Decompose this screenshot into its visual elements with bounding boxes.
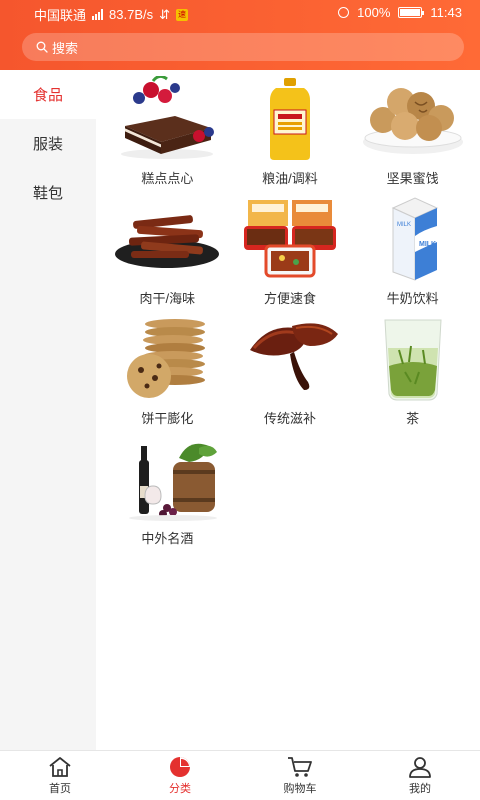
status-bar: 中国联通 83.7B/s ⇵ 速 100% 11:43 [0, 0, 480, 26]
walnut-image [359, 76, 467, 162]
alarm-icon [338, 7, 350, 18]
home-icon [49, 756, 71, 777]
lingzhi-image [236, 316, 344, 402]
subcategory-jerky[interactable]: 肉干/海味 [106, 196, 229, 306]
tab-label: 我的 [409, 782, 431, 795]
tea-glass-image [359, 316, 467, 402]
subcategory-label: 牛奶饮料 [386, 291, 439, 306]
subcategory-instant[interactable]: 方便速食 [229, 196, 352, 306]
header-bar: 中国联通 83.7B/s ⇵ 速 100% 11:43 搜索 [0, 0, 480, 70]
tab-category[interactable]: 分类 [120, 751, 240, 800]
tab-profile[interactable]: 我的 [360, 751, 480, 800]
category-icon [170, 756, 190, 777]
category-sidebar: 食品 服装 鞋包 [0, 70, 96, 750]
tab-label: 首页 [49, 782, 71, 795]
subcategory-milk[interactable]: MILK MILK 牛奶饮料 [351, 196, 474, 306]
subcategory-label: 传统滋补 [263, 411, 316, 426]
svg-text:MILK: MILK [397, 222, 411, 228]
subcategory-cake[interactable]: 糕点点心 [106, 76, 229, 186]
battery-icon [398, 7, 425, 18]
subcategory-grid: 糕点点心 粮油/调料 坚果蜜饯 肉干/海味 方便速食 MILK MILK 牛奶饮… [106, 76, 474, 546]
app-badge-icon: 速 [176, 8, 189, 21]
oil-bottle-image [236, 76, 344, 162]
subcategory-label: 中外名酒 [141, 531, 194, 546]
wine-image [113, 436, 221, 522]
subcategory-tea[interactable]: 茶 [351, 316, 474, 426]
milk-carton-image: MILK MILK [359, 196, 467, 282]
subcategory-wine[interactable]: 中外名酒 [106, 436, 229, 546]
subcategory-biscuit[interactable]: 饼干膨化 [106, 316, 229, 426]
subcategory-label: 糕点点心 [141, 171, 194, 186]
subcategory-label: 饼干膨化 [141, 411, 194, 426]
subcategory-label: 粮油/调料 [262, 171, 318, 186]
subcategory-label: 方便速食 [263, 291, 316, 306]
signal-icon [92, 9, 104, 20]
tab-cart[interactable]: 购物车 [240, 751, 360, 800]
battery-percent: 100% [357, 5, 391, 20]
instant-food-image [236, 196, 344, 282]
search-input[interactable]: 搜索 [22, 33, 464, 61]
usb-icon: ⇵ [159, 6, 171, 22]
user-icon [409, 756, 431, 778]
jerky-image [113, 196, 221, 282]
category-content: 糕点点心 粮油/调料 坚果蜜饯 肉干/海味 方便速食 MILK MILK 牛奶饮… [96, 70, 480, 750]
cake-image [113, 76, 221, 162]
sidebar-item-shoes-bags[interactable]: 鞋包 [0, 168, 96, 217]
svg-text:MILK: MILK [419, 241, 436, 248]
subcategory-nuts[interactable]: 坚果蜜饯 [351, 76, 474, 186]
subcategory-tonic[interactable]: 传统滋补 [229, 316, 352, 426]
cookie-stack-image [113, 316, 221, 402]
search-placeholder: 搜索 [52, 40, 79, 56]
tab-label: 购物车 [283, 782, 317, 795]
subcategory-label: 坚果蜜饯 [386, 171, 439, 186]
subcategory-label: 茶 [406, 411, 420, 426]
network-speed: 83.7B/s [109, 7, 154, 22]
tab-label: 分类 [169, 782, 191, 795]
carrier-name: 中国联通 [34, 8, 87, 23]
subcategory-oil[interactable]: 粮油/调料 [229, 76, 352, 186]
bottom-tab-bar: 首页 分类 购物车 我的 [0, 750, 480, 800]
sidebar-item-clothing[interactable]: 服装 [0, 119, 96, 168]
sidebar-item-food[interactable]: 食品 [0, 70, 96, 119]
subcategory-label: 肉干/海味 [139, 291, 196, 306]
search-icon [36, 41, 48, 53]
clock: 11:43 [430, 5, 462, 20]
cart-icon [288, 756, 312, 777]
tab-home[interactable]: 首页 [0, 751, 120, 800]
